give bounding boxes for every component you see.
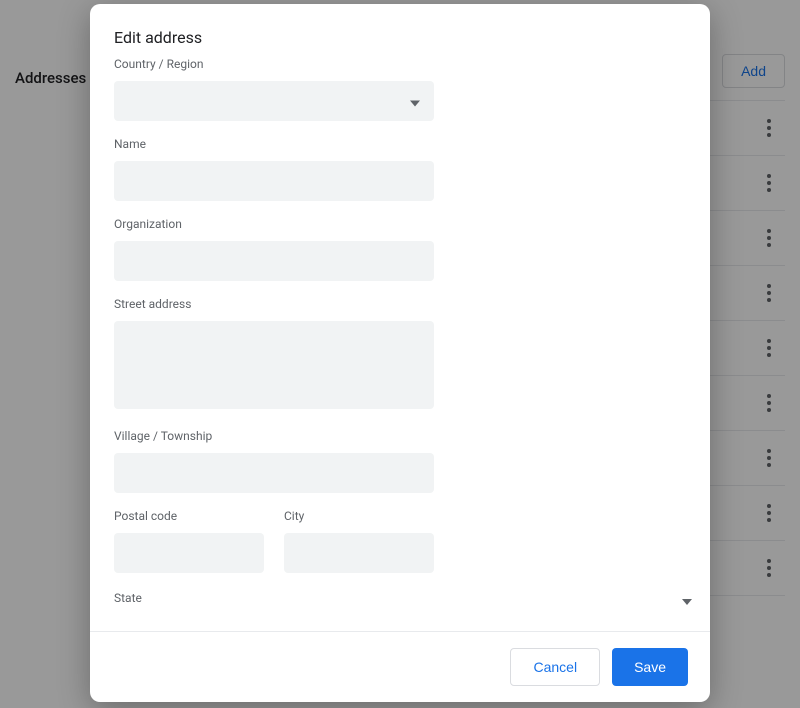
village-label: Village / Township [114, 429, 686, 443]
save-button[interactable]: Save [612, 648, 688, 686]
organization-input[interactable] [114, 241, 434, 281]
city-input[interactable] [284, 533, 434, 573]
postal-input[interactable] [114, 533, 264, 573]
dialog-footer: Cancel Save [90, 631, 710, 702]
state-field: State [114, 591, 686, 609]
country-field: Country / Region [114, 57, 686, 121]
street-textarea[interactable] [114, 321, 434, 409]
cancel-button[interactable]: Cancel [510, 648, 600, 686]
street-field: Street address [114, 297, 686, 413]
edit-address-dialog: Edit address Country / Region Name Organ… [90, 4, 710, 702]
dialog-title: Edit address [90, 4, 710, 57]
country-select-wrap [114, 81, 434, 121]
city-label: City [284, 509, 434, 523]
postal-label: Postal code [114, 509, 264, 523]
name-field: Name [114, 137, 686, 201]
postal-city-row: Postal code City [114, 509, 686, 573]
village-field: Village / Township [114, 429, 686, 493]
postal-field: Postal code [114, 509, 264, 573]
village-input[interactable] [114, 453, 434, 493]
name-label: Name [114, 137, 686, 151]
save-label: Save [634, 659, 666, 675]
country-select[interactable] [114, 81, 434, 121]
organization-label: Organization [114, 217, 686, 231]
name-input[interactable] [114, 161, 434, 201]
country-label: Country / Region [114, 57, 686, 71]
state-label: State [114, 591, 686, 605]
caret-down-icon [682, 590, 692, 609]
city-field: City [284, 509, 434, 573]
cancel-label: Cancel [533, 659, 577, 675]
organization-field: Organization [114, 217, 686, 281]
street-label: Street address [114, 297, 686, 311]
dialog-body[interactable]: Country / Region Name Organization Stree… [90, 57, 710, 631]
